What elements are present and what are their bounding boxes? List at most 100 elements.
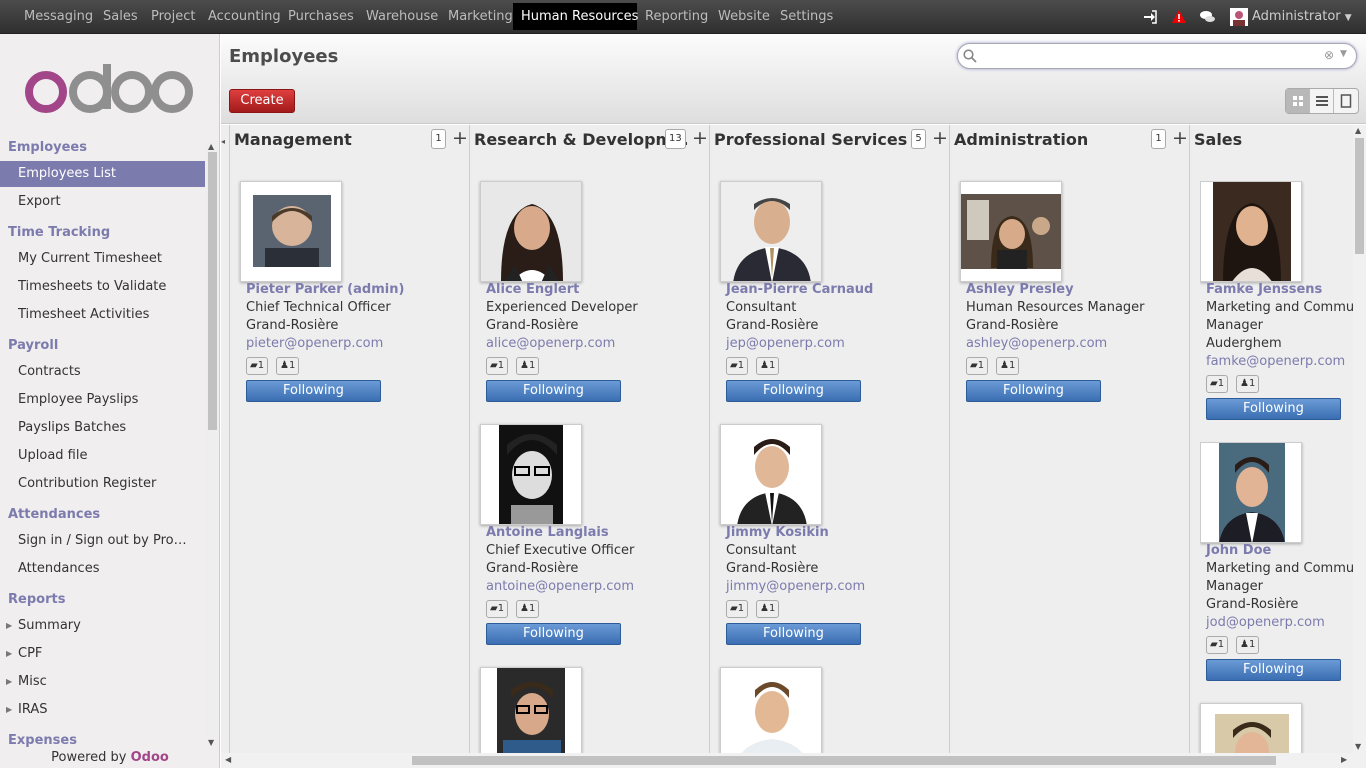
followers-badge[interactable]: ♟1 xyxy=(756,357,780,375)
employee-email[interactable]: jep@openerp.com xyxy=(726,336,845,351)
employee-photo[interactable] xyxy=(480,424,582,525)
followers-badge[interactable]: ♟1 xyxy=(516,600,540,618)
employee-photo[interactable] xyxy=(480,181,582,282)
sidebar-scrollbar-thumb[interactable] xyxy=(208,152,217,430)
following-button[interactable]: Following xyxy=(486,380,621,402)
employee-email[interactable]: pieter@openerp.com xyxy=(246,336,383,351)
followers-badge[interactable]: ♟1 xyxy=(996,357,1020,375)
search-box[interactable]: ⊗ ▼ xyxy=(957,43,1357,69)
menu-marketing[interactable]: Marketing xyxy=(440,3,521,30)
employee-photo[interactable] xyxy=(1200,181,1302,282)
employee-photo[interactable] xyxy=(720,181,822,282)
employee-photo[interactable] xyxy=(480,667,582,753)
menu-reporting[interactable]: Reporting xyxy=(637,3,716,30)
kanban-view-button[interactable] xyxy=(1286,89,1310,113)
quick-create-icon[interactable]: + xyxy=(692,127,708,149)
search-options-icon[interactable]: ▼ xyxy=(1340,49,1347,59)
warning-icon[interactable] xyxy=(1172,0,1186,34)
sidebar-item-timesheet-activities[interactable]: Timesheet Activities xyxy=(0,302,205,328)
employee-photo[interactable] xyxy=(720,667,822,753)
followers-badge[interactable]: ♟1 xyxy=(1236,375,1260,393)
odoo-logo[interactable] xyxy=(24,64,194,120)
sidebar-item-export[interactable]: Export xyxy=(0,189,205,215)
employee-photo[interactable] xyxy=(1200,703,1302,753)
column-title[interactable]: Administration xyxy=(954,130,1088,149)
menu-human-resources[interactable]: Human Resources xyxy=(513,3,638,30)
messages-badge[interactable]: ▰1 xyxy=(246,357,269,375)
employee-name[interactable]: Jean-Pierre Carnaud xyxy=(726,282,873,297)
scroll-right-icon[interactable]: ▶ xyxy=(1341,755,1347,764)
column-title[interactable]: Sales xyxy=(1194,130,1242,149)
menu-warehouse[interactable]: Warehouse xyxy=(358,3,446,30)
scroll-up-icon[interactable]: ▲ xyxy=(208,142,214,151)
employee-card[interactable]: John Doe Marketing and Communi Manager G… xyxy=(1200,442,1353,682)
employee-photo[interactable] xyxy=(720,424,822,525)
employee-email[interactable]: antoine@openerp.com xyxy=(486,579,634,594)
employee-email[interactable]: jod@openerp.com xyxy=(1206,615,1325,630)
followers-badge[interactable]: ♟1 xyxy=(756,600,780,618)
sidebar-item-contracts[interactable]: Contracts xyxy=(0,359,205,385)
sidebar-item-iras[interactable]: ▶ IRAS xyxy=(0,697,205,723)
messages-badge[interactable]: ▰1 xyxy=(1206,375,1229,393)
menu-sales[interactable]: Sales xyxy=(95,3,146,30)
menu-accounting[interactable]: Accounting xyxy=(200,3,289,30)
scroll-down-icon[interactable]: ▼ xyxy=(1355,742,1361,751)
clear-search-icon[interactable]: ⊗ xyxy=(1324,48,1334,62)
following-button[interactable]: Following xyxy=(966,380,1101,402)
employee-email[interactable]: alice@openerp.com xyxy=(486,336,615,351)
employee-email[interactable]: jimmy@openerp.com xyxy=(726,579,865,594)
menu-website[interactable]: Website xyxy=(710,3,778,30)
menu-messaging[interactable]: Messaging xyxy=(16,3,101,30)
board-horizontal-scrollbar-thumb[interactable] xyxy=(412,756,1276,765)
sign-in-icon[interactable] xyxy=(1143,0,1157,34)
scroll-down-icon[interactable]: ▼ xyxy=(208,738,214,747)
sidebar-item-payslips-batches[interactable]: Payslips Batches xyxy=(0,415,205,441)
messages-badge[interactable]: ▰1 xyxy=(486,600,509,618)
employee-email[interactable]: famke@openerp.com xyxy=(1206,354,1345,369)
employee-name[interactable]: Antoine Langlais xyxy=(486,525,609,540)
sidebar-item-employee-payslips[interactable]: Employee Payslips xyxy=(0,387,205,413)
scroll-left-icon[interactable]: ◀ xyxy=(225,755,231,764)
employee-name[interactable]: Jimmy Kosikin xyxy=(726,525,829,540)
sidebar-item-employees-list[interactable]: Employees List xyxy=(0,161,205,187)
user-menu[interactable]: Administrator ▼ xyxy=(1252,0,1352,34)
messages-badge[interactable]: ▰1 xyxy=(966,357,989,375)
sidebar-item-misc[interactable]: ▶ Misc xyxy=(0,669,205,695)
avatar[interactable] xyxy=(1230,0,1248,34)
employee-photo[interactable] xyxy=(960,181,1062,282)
messages-badge[interactable]: ▰1 xyxy=(486,357,509,375)
sidebar-item-contribution-register[interactable]: Contribution Register xyxy=(0,471,205,497)
following-button[interactable]: Following xyxy=(726,623,861,645)
sidebar-item-timesheets-to-validate[interactable]: Timesheets to Validate xyxy=(0,274,205,300)
sidebar-item-summary[interactable]: ▶ Summary xyxy=(0,613,205,639)
quick-create-icon[interactable]: + xyxy=(932,127,948,149)
sidebar-item-sign-in-out[interactable]: Sign in / Sign out by Pro… xyxy=(0,528,205,554)
sidebar-item-attendances[interactable]: Attendances xyxy=(0,556,205,582)
menu-purchases[interactable]: Purchases xyxy=(280,3,362,30)
following-button[interactable]: Following xyxy=(486,623,621,645)
employee-photo[interactable] xyxy=(1200,442,1302,543)
messages-badge[interactable]: ▰1 xyxy=(1206,636,1229,654)
employee-name[interactable]: Pieter Parker (admin) xyxy=(246,282,404,297)
search-input[interactable] xyxy=(980,46,1320,66)
followers-badge[interactable]: ♟1 xyxy=(276,357,300,375)
menu-project[interactable]: Project xyxy=(143,3,203,30)
create-button[interactable]: Create xyxy=(229,89,295,113)
board-vertical-scrollbar-thumb[interactable] xyxy=(1355,138,1364,254)
column-title[interactable]: Research & Developm… xyxy=(474,130,688,149)
employee-name[interactable]: Alice Englert xyxy=(486,282,579,297)
following-button[interactable]: Following xyxy=(246,380,381,402)
sidebar-item-cpf[interactable]: ▶ CPF xyxy=(0,641,205,667)
employee-name[interactable]: Ashley Presley xyxy=(966,282,1074,297)
list-view-button[interactable] xyxy=(1310,89,1334,113)
menu-settings[interactable]: Settings xyxy=(772,3,841,30)
chat-icon[interactable] xyxy=(1200,0,1215,34)
form-view-button[interactable] xyxy=(1334,89,1358,113)
messages-badge[interactable]: ▰1 xyxy=(726,600,749,618)
employee-photo[interactable] xyxy=(240,181,342,282)
powered-by-brand[interactable]: Odoo xyxy=(131,750,169,765)
following-button[interactable]: Following xyxy=(1206,659,1341,681)
followers-badge[interactable]: ♟1 xyxy=(516,357,540,375)
sidebar-item-upload-file[interactable]: Upload file xyxy=(0,443,205,469)
column-title[interactable]: Professional Services xyxy=(714,130,907,149)
